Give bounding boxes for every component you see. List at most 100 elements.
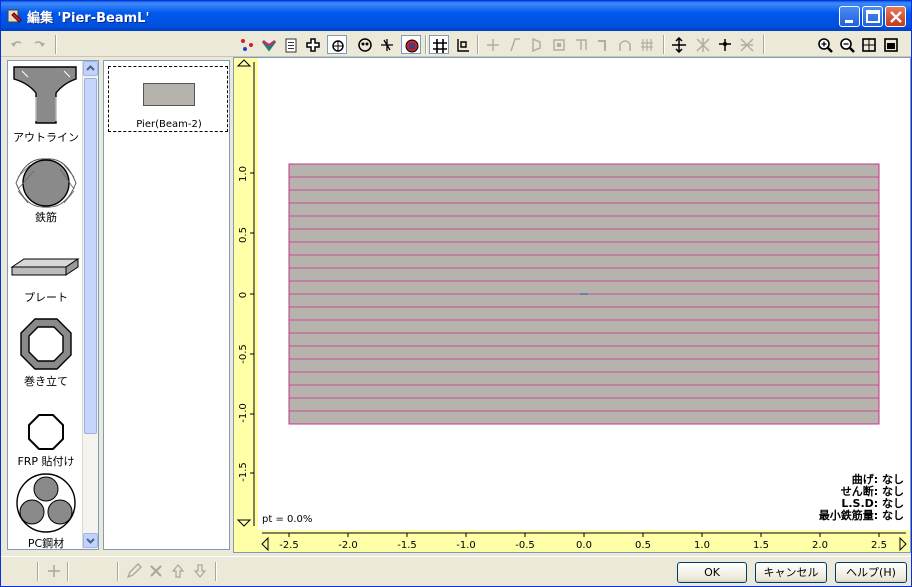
fit-button[interactable] bbox=[859, 35, 879, 54]
palette-label: アウトライン bbox=[13, 131, 79, 144]
add-row-button[interactable] bbox=[45, 562, 63, 580]
disabled-tool-5[interactable] bbox=[571, 35, 591, 54]
y-tick-label: -0.5 bbox=[238, 344, 249, 364]
move-button[interactable] bbox=[669, 35, 689, 54]
palette-item-rebar[interactable]: 鉄筋 bbox=[8, 157, 84, 227]
minimize-button[interactable] bbox=[839, 6, 860, 27]
dimension-button[interactable] bbox=[453, 35, 473, 54]
arrow-down-icon bbox=[193, 564, 207, 578]
x-tick-label: -2.5 bbox=[279, 540, 299, 551]
add-points-button[interactable] bbox=[237, 35, 257, 54]
redo-button[interactable] bbox=[29, 35, 49, 54]
help-button[interactable]: ヘルプ(H) bbox=[835, 562, 907, 583]
arrow-up-icon bbox=[171, 564, 185, 578]
maximize-icon bbox=[866, 10, 880, 23]
full-view-button[interactable] bbox=[881, 35, 901, 54]
x-tick-label: 0.0 bbox=[576, 540, 592, 551]
zoom-in-button[interactable] bbox=[815, 35, 835, 54]
move-up-button[interactable] bbox=[169, 562, 187, 580]
chevron-down-icon bbox=[86, 538, 95, 544]
pencil-icon bbox=[126, 563, 142, 579]
plate-icon bbox=[10, 258, 80, 276]
x-ruler: -2.5 -2.0 -1.5 -1.0 -0.5 0.0 0.5 1.0 1.5… bbox=[258, 530, 910, 552]
check-status-panel: 曲げ: なし せん断: なし L.S.D: なし 最小鉄筋量: なし bbox=[819, 474, 904, 522]
palette-item-outline[interactable]: アウトライン bbox=[8, 63, 84, 144]
toolbar-separator bbox=[215, 562, 217, 581]
zoom-out-button[interactable] bbox=[837, 35, 857, 54]
stop-icon bbox=[405, 39, 419, 53]
scroll-thumb[interactable] bbox=[84, 78, 97, 434]
disabled-tool-6[interactable] bbox=[593, 35, 613, 54]
cancel-button[interactable]: キャンセル bbox=[755, 562, 827, 583]
hook-icon bbox=[598, 40, 606, 51]
minimize-icon bbox=[845, 20, 853, 23]
pc-steel-icon bbox=[16, 473, 76, 533]
x-tick-label: 2.0 bbox=[812, 540, 828, 551]
scatter-button[interactable] bbox=[737, 35, 757, 54]
palette-item-plate[interactable]: プレート bbox=[8, 255, 84, 309]
x-tick-label: -1.0 bbox=[456, 540, 476, 551]
app-icon bbox=[7, 9, 22, 23]
section-check-button[interactable] bbox=[355, 35, 375, 54]
disabled-tool-3[interactable] bbox=[527, 35, 547, 54]
x-tick-label: 1.5 bbox=[753, 540, 769, 551]
close-icon bbox=[890, 11, 902, 23]
toolbar-separator bbox=[67, 562, 69, 581]
palette-item-pc-steel[interactable]: PC鋼材 bbox=[8, 473, 84, 551]
pt-ratio-label: pt = 0.0% bbox=[262, 514, 313, 525]
section-plot[interactable]: pt = 0.0% 曲げ: なし せん断: なし L.S.D: なし 最小鉄筋量… bbox=[258, 58, 910, 530]
bottom-bar: OK キャンセル ヘルプ(H) bbox=[1, 556, 911, 586]
pin-button[interactable] bbox=[715, 35, 735, 54]
rotate-tool-button[interactable] bbox=[327, 35, 347, 54]
disabled-tool-2[interactable] bbox=[505, 35, 525, 54]
copy-button[interactable] bbox=[281, 35, 301, 54]
drawing-canvas[interactable]: 1.0 0.5 0 -0.5 -1.0 -1.5 -2.5 -2.0 -1.5 … bbox=[233, 57, 911, 553]
palette-item-frp[interactable]: FRP 貼付け bbox=[8, 413, 84, 468]
edit-window: 編集 'Pier-BeamL' アウトライン 鉄筋 プレート 巻き立て FRP … bbox=[0, 0, 912, 587]
section-drawing[interactable] bbox=[258, 58, 910, 530]
disabled-tool-7[interactable] bbox=[615, 35, 635, 54]
clipboard-icon bbox=[285, 38, 297, 53]
title-bar[interactable]: 編集 'Pier-BeamL' bbox=[1, 1, 911, 31]
zoom-in-icon bbox=[818, 38, 833, 53]
add-button[interactable] bbox=[303, 35, 323, 54]
undo-button[interactable] bbox=[7, 35, 27, 54]
stack-icon bbox=[553, 39, 565, 51]
bracket-icon bbox=[532, 37, 541, 53]
y-tick-label: -1.5 bbox=[238, 462, 249, 482]
merge-button[interactable] bbox=[259, 35, 279, 54]
record-button[interactable] bbox=[401, 35, 421, 54]
section-item[interactable]: Pier(Beam-2) bbox=[108, 66, 228, 132]
window-title: 編集 'Pier-BeamL' bbox=[27, 11, 150, 26]
toolbar-separator bbox=[663, 35, 665, 54]
x-tick-label: -1.5 bbox=[397, 540, 417, 551]
scroll-down-button[interactable] bbox=[83, 533, 98, 548]
palette-label: 巻き立て bbox=[24, 375, 68, 388]
ok-button[interactable]: OK bbox=[677, 562, 747, 583]
scroll-up-button[interactable] bbox=[83, 61, 98, 76]
axis-button[interactable] bbox=[377, 35, 397, 54]
rotate-icon bbox=[332, 40, 344, 52]
x-tick-label: 0.5 bbox=[635, 540, 651, 551]
close-button[interactable] bbox=[885, 6, 906, 27]
move-down-button[interactable] bbox=[191, 562, 209, 580]
disabled-tool-4[interactable] bbox=[549, 35, 569, 54]
spread-icon bbox=[696, 38, 710, 52]
mesh-icon bbox=[641, 39, 653, 51]
section-label: Pier(Beam-2) bbox=[136, 119, 202, 130]
palette-scrollbar[interactable] bbox=[82, 61, 98, 549]
x-axis: -2.5 -2.0 -1.5 -1.0 -0.5 0.0 0.5 1.0 1.5… bbox=[261, 532, 907, 552]
full-view-icon bbox=[884, 38, 898, 52]
disabled-tool-8[interactable] bbox=[637, 35, 657, 54]
pin-icon bbox=[719, 39, 731, 51]
grid-button[interactable] bbox=[429, 35, 449, 54]
maximize-button[interactable] bbox=[862, 6, 883, 27]
cross-icon bbox=[487, 39, 499, 51]
edit-row-button[interactable] bbox=[125, 562, 143, 580]
spread-button[interactable] bbox=[693, 35, 713, 54]
disabled-tool-1[interactable] bbox=[483, 35, 503, 54]
palette-item-jacketing[interactable]: 巻き立て bbox=[8, 317, 84, 389]
delete-row-button[interactable] bbox=[147, 562, 165, 580]
zoom-out-icon bbox=[840, 38, 855, 53]
toolbar bbox=[1, 32, 911, 57]
